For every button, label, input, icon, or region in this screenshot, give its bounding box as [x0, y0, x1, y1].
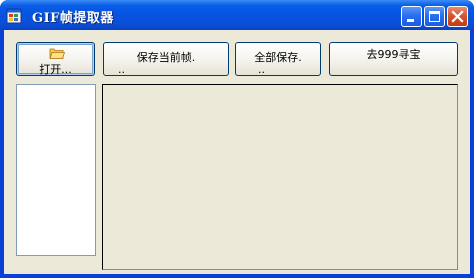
main-window: GIF帧提取器 打开... 保存当前帧. .. 全部保存. .. 去999寻宝	[0, 0, 474, 278]
save-all-button[interactable]: 全部保存. ..	[235, 42, 321, 76]
save-current-frame-label-continued: ..	[118, 63, 125, 76]
minimize-icon	[407, 19, 414, 22]
minimize-button[interactable]	[401, 6, 422, 27]
open-button-label: 打开...	[39, 63, 72, 76]
title-bar[interactable]: GIF帧提取器	[0, 0, 474, 30]
save-all-label: 全部保存.	[254, 51, 302, 64]
client-area: 打开... 保存当前帧. .. 全部保存. .. 去999寻宝	[4, 30, 470, 274]
frame-preview-panel	[102, 84, 458, 270]
close-button[interactable]	[447, 6, 468, 27]
save-all-label-continued: ..	[258, 63, 265, 76]
save-current-frame-button[interactable]: 保存当前帧. ..	[103, 42, 229, 76]
window-title: GIF帧提取器	[32, 11, 114, 26]
close-icon	[451, 10, 464, 23]
goto-999-button[interactable]: 去999寻宝	[329, 42, 458, 76]
app-window-icon[interactable]	[6, 8, 22, 24]
maximize-icon	[429, 11, 440, 22]
goto-999-label: 去999寻宝	[366, 48, 421, 61]
open-button[interactable]: 打开...	[16, 42, 95, 76]
maximize-button[interactable]	[424, 6, 445, 27]
frame-list[interactable]	[16, 84, 96, 256]
